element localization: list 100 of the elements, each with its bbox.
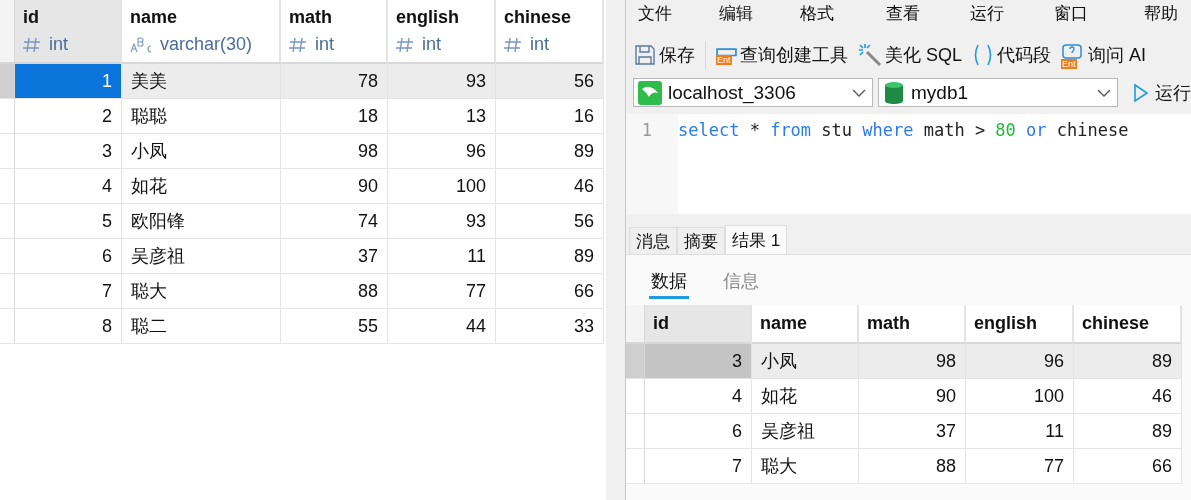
toolbar-button[interactable]: Ent 询问 AI — [1061, 43, 1147, 67]
column-header[interactable]: id int — [15, 0, 122, 64]
table-cell: 100 — [966, 379, 1074, 414]
table-cell: 66 — [496, 274, 604, 309]
menu-item[interactable]: 查看 — [886, 1, 970, 25]
run-button[interactable]: 运行 — [1123, 80, 1191, 105]
table-cell: 100 — [388, 169, 496, 204]
result-tab[interactable]: 结果 1 — [725, 225, 788, 254]
hash-icon — [396, 36, 414, 53]
ent-badge: Ent — [716, 54, 732, 65]
table-cell: 37 — [281, 239, 388, 274]
table-cell: 4 — [15, 169, 122, 204]
chevron-down-icon — [852, 88, 866, 97]
menu-item[interactable]: 运行 — [970, 1, 1054, 25]
row-indicator[interactable] — [0, 274, 15, 309]
table-cell: 13 — [388, 99, 496, 134]
column-header[interactable]: english int — [388, 0, 496, 64]
table-cell: 88 — [859, 449, 966, 484]
floppy-icon — [634, 44, 656, 66]
column-header[interactable]: math int — [281, 0, 388, 64]
database-select[interactable]: mydb1 — [878, 78, 1118, 107]
table-cell: 96 — [966, 344, 1074, 379]
line-number: 1 — [626, 114, 678, 214]
text-type-icon — [130, 36, 152, 53]
row-indicator[interactable] — [0, 134, 15, 169]
menu-item[interactable]: 编辑 — [719, 1, 800, 25]
menu-item[interactable]: 窗口 — [1054, 1, 1144, 25]
result-tab[interactable]: 摘要 — [677, 227, 725, 254]
column-type: int — [422, 34, 441, 55]
column-header[interactable]: chinese — [1074, 305, 1182, 344]
row-indicator[interactable] — [0, 169, 15, 204]
sql-code[interactable]: select * from stu where math > 80 or chinese — [678, 114, 1129, 214]
table-cell: 90 — [859, 379, 966, 414]
column-header[interactable]: name — [752, 305, 859, 344]
row-indicator[interactable] — [0, 99, 15, 134]
row-indicator[interactable] — [626, 414, 645, 449]
table-cell: 7 — [15, 274, 122, 309]
hash-icon — [504, 36, 522, 53]
column-header[interactable]: id — [645, 305, 752, 344]
row-indicator[interactable] — [626, 344, 645, 379]
table-cell: 89 — [496, 134, 604, 169]
table-cell: 89 — [1074, 344, 1182, 379]
table-cell: 聪大 — [752, 449, 859, 484]
table-cell: 小凤 — [122, 134, 281, 169]
ent-badge: Ent — [1061, 59, 1077, 69]
toolbar-button[interactable]: 保存 — [634, 43, 695, 67]
table-cell: 1 — [15, 64, 122, 99]
column-type: int — [49, 34, 68, 55]
result-tab[interactable]: 消息 — [629, 227, 677, 254]
table-cell: 小凤 — [752, 344, 859, 379]
table-cell: 56 — [496, 204, 604, 239]
table-cell: 46 — [496, 169, 604, 204]
table-cell: 18 — [281, 99, 388, 134]
row-indicator[interactable] — [626, 379, 645, 414]
connection-select[interactable]: localhost_3306 — [633, 78, 873, 107]
table-cell: 93 — [388, 204, 496, 239]
sub-tab[interactable]: 数据 — [649, 269, 689, 299]
column-header[interactable]: name varchar(30) — [122, 0, 281, 64]
table-cell: 90 — [281, 169, 388, 204]
table-cell: 聪二 — [122, 309, 281, 344]
play-icon — [1133, 82, 1149, 103]
table-cell: 55 — [281, 309, 388, 344]
table-cell: 74 — [281, 204, 388, 239]
row-indicator[interactable] — [0, 64, 15, 99]
splitter[interactable] — [606, 0, 626, 500]
table-cell: 89 — [496, 239, 604, 274]
column-header[interactable]: chinese int — [496, 0, 604, 64]
header-corner — [0, 0, 15, 64]
table-cell: 98 — [859, 344, 966, 379]
table-cell: 6 — [15, 239, 122, 274]
toolbar-button[interactable]: 美化 SQL — [858, 43, 963, 67]
table-cell: 93 — [388, 64, 496, 99]
hash-icon — [289, 36, 307, 53]
column-header[interactable]: english — [966, 305, 1074, 344]
table-cell: 37 — [859, 414, 966, 449]
row-indicator[interactable] — [0, 204, 15, 239]
toolbar-button[interactable]: Ent 查询创建工具 — [716, 43, 848, 67]
table-cell: 欧阳锋 — [122, 204, 281, 239]
menu-item[interactable]: 帮助 — [1144, 1, 1191, 25]
dolphin-icon — [638, 80, 662, 105]
column-type: varchar(30) — [160, 34, 253, 55]
sub-tab[interactable]: 信息 — [721, 269, 761, 299]
menu-item[interactable]: 格式 — [800, 1, 886, 25]
table-cell: 4 — [645, 379, 752, 414]
column-header[interactable]: math — [859, 305, 966, 344]
menu-item[interactable]: 文件 — [638, 1, 719, 25]
row-indicator[interactable] — [0, 309, 15, 344]
table-cell: 78 — [281, 64, 388, 99]
table-cell: 如花 — [752, 379, 859, 414]
table-cell: 33 — [496, 309, 604, 344]
chevron-down-icon — [1097, 88, 1111, 97]
table-cell: 7 — [645, 449, 752, 484]
table-cell: 98 — [281, 134, 388, 169]
table-cell: 6 — [645, 414, 752, 449]
table-cell: 吴彦祖 — [752, 414, 859, 449]
toolbar-button[interactable]: 代码段 — [972, 43, 1052, 67]
row-indicator[interactable] — [0, 239, 15, 274]
column-type: int — [530, 34, 549, 55]
column-type: int — [315, 34, 334, 55]
row-indicator[interactable] — [626, 449, 645, 484]
